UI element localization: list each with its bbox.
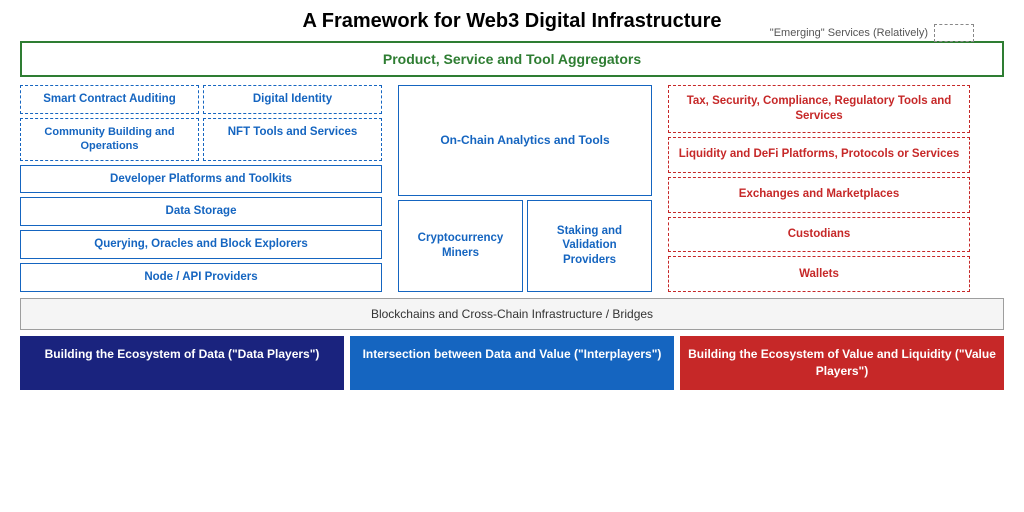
data-storage-cell: Data Storage (20, 197, 382, 226)
node-api-cell: Node / API Providers (20, 263, 382, 292)
on-chain-analytics-cell: On-Chain Analytics and Tools (398, 85, 652, 196)
left-top-row: Smart Contract Auditing Digital Identity (20, 85, 382, 114)
middle-column: On-Chain Analytics and Tools Cryptocurre… (390, 85, 660, 292)
wallets-cell: Wallets (668, 256, 970, 292)
right-column: Tax, Security, Compliance, Regulatory To… (660, 85, 970, 292)
tax-cell: Tax, Security, Compliance, Regulatory To… (668, 85, 970, 133)
staking-cell: Staking and Validation Providers (527, 200, 652, 293)
mid-bottom-row: Cryptocurrency Miners Staking and Valida… (398, 200, 652, 293)
interplayers-cell: Intersection between Data and Value ("In… (350, 336, 674, 390)
developer-platforms-cell: Developer Platforms and Toolkits (20, 165, 382, 194)
custodians-cell: Custodians (668, 217, 970, 253)
bottom-legend-row: Building the Ecosystem of Data ("Data Pl… (20, 336, 1004, 390)
left-column: Smart Contract Auditing Digital Identity… (20, 85, 390, 292)
emerging-label: "Emerging" Services (Relatively) (770, 24, 974, 42)
value-players-cell: Building the Ecosystem of Value and Liqu… (680, 336, 1004, 390)
emerging-box-indicator (934, 24, 974, 42)
left-second-row: Community Building and Operations NFT To… (20, 118, 382, 161)
digital-identity-cell: Digital Identity (203, 85, 382, 114)
data-players-cell: Building the Ecosystem of Data ("Data Pl… (20, 336, 344, 390)
crypto-miners-cell: Cryptocurrency Miners (398, 200, 523, 293)
main-grid: Smart Contract Auditing Digital Identity… (20, 85, 1004, 292)
aggregator-bar: Product, Service and Tool Aggregators (20, 41, 1004, 77)
liquidity-cell: Liquidity and DeFi Platforms, Protocols … (668, 137, 970, 173)
community-cell: Community Building and Operations (20, 118, 199, 161)
blockchain-bar: Blockchains and Cross-Chain Infrastructu… (20, 298, 1004, 330)
nft-tools-cell: NFT Tools and Services (203, 118, 382, 161)
querying-cell: Querying, Oracles and Block Explorers (20, 230, 382, 259)
smart-contract-cell: Smart Contract Auditing (20, 85, 199, 114)
exchanges-cell: Exchanges and Marketplaces (668, 177, 970, 213)
